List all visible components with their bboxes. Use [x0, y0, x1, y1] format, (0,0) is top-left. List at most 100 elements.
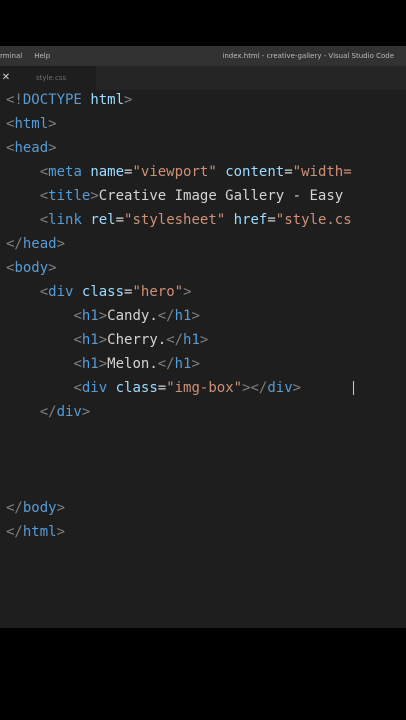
code-token: >: [90, 188, 99, 204]
code-token: =: [115, 212, 125, 228]
code-line: <h1>Melon.</h1>: [6, 354, 200, 374]
code-token: head: [14, 140, 49, 156]
code-token: <: [39, 212, 49, 228]
code-line: <html>: [6, 114, 57, 134]
code-token: "width=: [292, 164, 352, 180]
code-token: div: [48, 284, 74, 300]
code-token: <: [39, 164, 49, 180]
code-token: >: [124, 92, 133, 108]
code-line: <head>: [6, 138, 57, 158]
code-token: html: [22, 524, 57, 540]
code-token: title: [48, 188, 91, 204]
code-token: </: [6, 500, 23, 516]
editor-video-frame: rminal Help index.html - creative-galler…: [0, 46, 406, 628]
code-token: >: [81, 404, 91, 420]
code-token: "viewport": [132, 164, 217, 180]
code-line: <link rel="stylesheet" href="style.cs: [6, 210, 352, 230]
code-token: "style.cs: [275, 212, 352, 228]
code-token: h1: [174, 308, 192, 324]
code-token: </: [157, 356, 175, 372]
code-token: >: [56, 524, 66, 540]
code-token: div: [81, 380, 108, 396]
code-token: </: [39, 404, 57, 420]
code-editor[interactable]: <!DOCTYPE html> <html> <head> <meta name…: [0, 90, 406, 628]
code-token: Creative Image Gallery - Easy: [98, 188, 344, 204]
code-token: h1: [81, 332, 99, 348]
code-token: </: [166, 332, 184, 348]
code-token: <: [73, 380, 82, 396]
code-token: body: [14, 260, 49, 276]
text-cursor: [353, 381, 354, 395]
code-line: <!DOCTYPE html>: [6, 90, 132, 110]
code-token: "hero": [132, 284, 184, 300]
code-token: >: [56, 236, 66, 252]
code-token: "stylesheet": [124, 212, 226, 228]
code-token: head: [22, 236, 57, 252]
code-token: h1: [81, 356, 99, 372]
code-token: Candy.: [107, 308, 158, 324]
code-token: html: [90, 92, 125, 108]
code-token: <: [73, 332, 82, 348]
menu-bar: rminal Help: [0, 52, 50, 60]
code-token: <: [73, 308, 82, 324]
code-token: >: [292, 380, 302, 396]
close-icon[interactable]: ✕: [0, 66, 12, 90]
code-token: </: [157, 308, 175, 324]
code-token: </: [6, 236, 23, 252]
code-line: <h1>Candy.</h1>: [6, 306, 200, 326]
code-token: h1: [81, 308, 99, 324]
tab-style-css[interactable]: ✕ style.css: [0, 66, 96, 90]
code-token: </: [6, 524, 23, 540]
code-token: name: [90, 164, 125, 180]
code-token: >: [242, 380, 251, 396]
code-token: h1: [183, 332, 200, 348]
code-token: >: [191, 308, 200, 324]
code-token: =: [157, 380, 167, 396]
code-token: >: [98, 308, 108, 324]
code-token: Melon.: [107, 356, 158, 372]
menu-item-terminal[interactable]: rminal: [0, 52, 22, 60]
editor-tab-bar: ✕ style.css: [0, 66, 406, 90]
code-token: content: [225, 164, 285, 180]
code-token: =: [284, 164, 293, 180]
code-token: </: [250, 380, 268, 396]
code-token: rel: [90, 212, 116, 228]
code-token: >: [98, 356, 108, 372]
code-token: <: [73, 356, 82, 372]
code-token: >: [56, 500, 66, 516]
code-line: <body>: [6, 258, 57, 278]
code-token: Cherry.: [107, 332, 167, 348]
menu-item-help[interactable]: Help: [34, 52, 50, 60]
code-line: <div class="img-box"></div>: [6, 378, 301, 398]
code-token: >: [48, 260, 57, 276]
code-line: <title>Creative Image Gallery - Easy: [6, 186, 343, 206]
code-token: "img-box": [166, 380, 243, 396]
code-line: <h1>Cherry.</h1>: [6, 330, 208, 350]
title-bar: rminal Help index.html - creative-galler…: [0, 46, 406, 66]
code-token: >: [191, 356, 200, 372]
code-line: <meta name="viewport" content="width=: [6, 162, 352, 182]
code-token: html: [14, 116, 49, 132]
code-token: >: [48, 116, 57, 132]
code-token: <: [39, 188, 49, 204]
code-token: div: [56, 404, 82, 420]
code-token: =: [267, 212, 276, 228]
code-token: link: [48, 212, 82, 228]
tab-label: style.css: [36, 74, 67, 82]
code-token: h1: [174, 356, 192, 372]
code-token: >: [183, 284, 192, 300]
code-token: class: [115, 380, 158, 396]
code-line: <div class="hero">: [6, 282, 192, 302]
code-token: >: [199, 332, 209, 348]
